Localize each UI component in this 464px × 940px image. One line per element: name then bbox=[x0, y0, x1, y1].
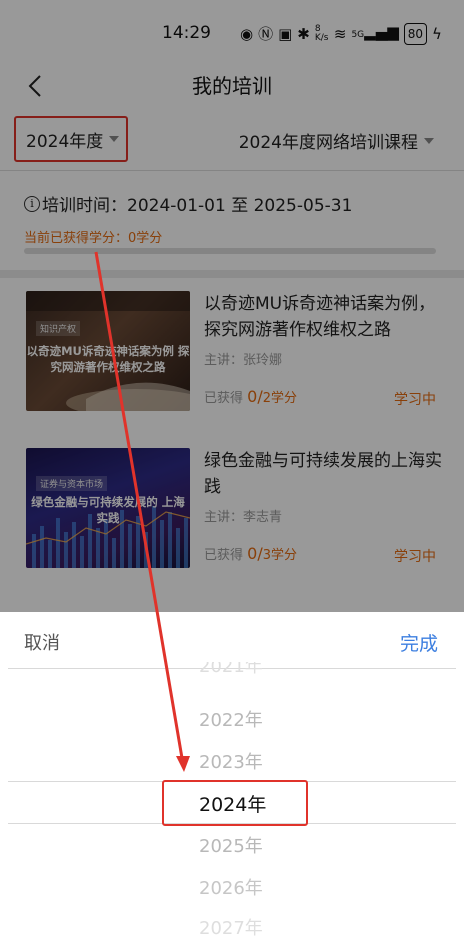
done-button[interactable]: 完成 bbox=[400, 629, 438, 656]
picker-option[interactable]: 2027年 bbox=[0, 914, 464, 940]
picker-option[interactable]: 2025年 bbox=[0, 832, 464, 858]
year-picker-sheet: 取消 完成 2021年 2022年 2023年 2024年 2025年 2026… bbox=[0, 612, 464, 940]
selection-highlight bbox=[162, 780, 308, 826]
picker-option[interactable]: 2023年 bbox=[0, 748, 464, 774]
modal-backdrop[interactable] bbox=[0, 0, 464, 612]
screen: 14:29 ◉ Ⓝ ▣ ✱ 8 K/s ≋ 5G▂▄▆ 80 ϟ 我的培训 20… bbox=[0, 0, 464, 940]
picker-option[interactable]: 2026年 bbox=[0, 874, 464, 900]
picker-option[interactable]: 2021年 bbox=[0, 662, 464, 684]
picker-option[interactable]: 2022年 bbox=[0, 706, 464, 732]
cancel-button[interactable]: 取消 bbox=[24, 629, 60, 655]
